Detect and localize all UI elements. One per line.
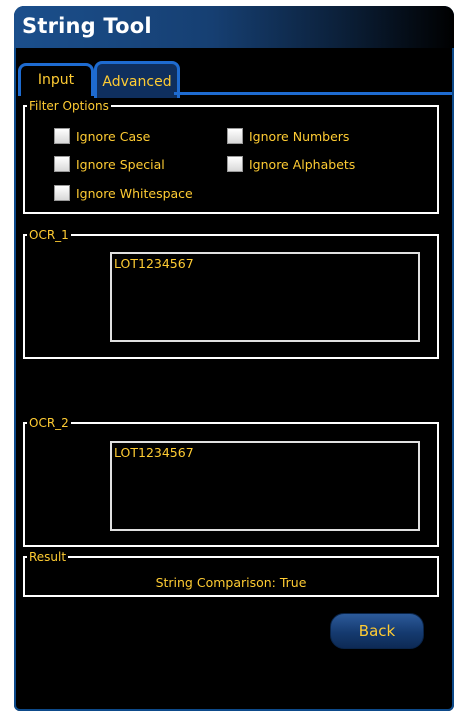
checkbox-label: Ignore Special <box>76 156 165 172</box>
checkbox-box[interactable] <box>227 156 243 172</box>
checkbox-ignore-numbers[interactable]: Ignore Numbers <box>227 128 349 144</box>
result-legend: Result <box>29 550 67 564</box>
checkbox-ignore-case[interactable]: Ignore Case <box>54 128 150 144</box>
back-button[interactable]: Back <box>330 613 424 649</box>
tab-advanced[interactable]: Advanced <box>94 61 180 98</box>
checkbox-ignore-alphabets[interactable]: Ignore Alphabets <box>227 156 355 172</box>
checkbox-label: Ignore Case <box>76 128 151 144</box>
checkbox-box[interactable] <box>54 185 70 201</box>
filter-options-legend: Filter Options <box>29 99 109 113</box>
ocr1-legend: OCR_1 <box>29 228 69 242</box>
checkbox-box[interactable] <box>227 128 243 144</box>
string-tool-window: String Tool Input Advanced Filter Option… <box>14 6 454 711</box>
checkbox-ignore-special[interactable]: Ignore Special <box>54 156 165 172</box>
tab-divider <box>174 92 452 95</box>
window-title: String Tool <box>22 14 152 38</box>
result-group: Result String Comparison: True <box>23 551 439 597</box>
checkbox-label: Ignore Alphabets <box>249 156 356 172</box>
checkbox-ignore-whitespace[interactable]: Ignore Whitespace <box>54 185 193 201</box>
ocr2-legend: OCR_2 <box>29 416 69 430</box>
ocr2-text-field[interactable]: LOT1234567 <box>110 441 420 531</box>
tab-input[interactable]: Input <box>18 63 94 96</box>
ocr1-text-field[interactable]: LOT1234567 <box>110 252 420 342</box>
checkbox-label: Ignore Numbers <box>249 128 350 144</box>
checkbox-box[interactable] <box>54 128 70 144</box>
title-bar: String Tool <box>14 6 454 48</box>
checkbox-box[interactable] <box>54 156 70 172</box>
result-text: String Comparison: True <box>155 575 307 590</box>
checkbox-label: Ignore Whitespace <box>76 185 193 201</box>
